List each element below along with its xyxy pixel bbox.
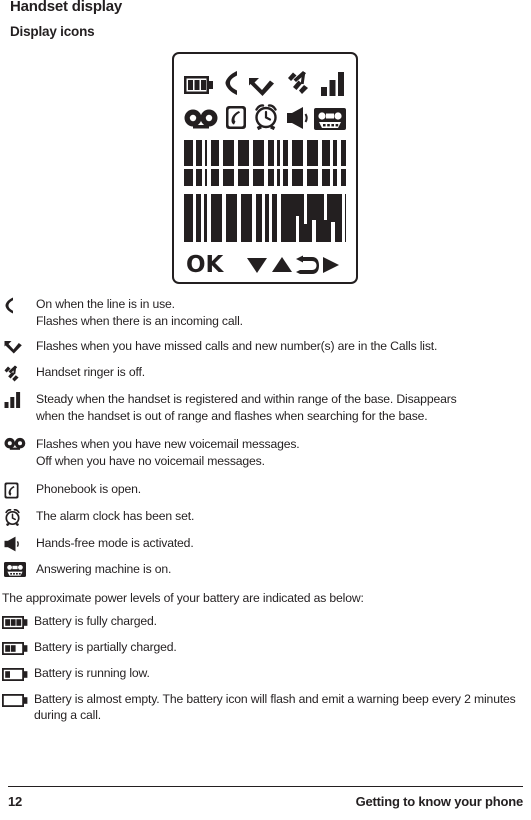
lcd-text-line-1 — [184, 140, 346, 186]
ringer-off-icon — [0, 364, 36, 382]
lcd-segment-stripes — [184, 140, 346, 186]
legend-row: Flashes when you have new voicemail mess… — [0, 436, 531, 469]
battery-level-text: Battery is fully charged. — [34, 613, 157, 628]
legend-row: The alarm clock has been set. — [0, 508, 531, 526]
battery-partial-icon — [0, 639, 34, 656]
display-icon-legend: On when the line is in use. Flashes when… — [0, 296, 531, 724]
legend-text-line1: Phonebook is open. — [36, 482, 142, 496]
legend-text-line1: Flashes when you have missed calls and n… — [36, 339, 438, 353]
footer-section-label: Getting to know your phone — [355, 793, 524, 809]
alarm-clock-icon — [253, 104, 279, 130]
speaker-icon — [286, 106, 308, 130]
battery-full-icon — [0, 613, 34, 630]
softkey-ok-label: OK — [186, 251, 224, 278]
battery-level-text: Battery is partially charged. — [34, 639, 177, 654]
footer-divider — [8, 786, 523, 787]
lcd-softkey-row: OK — [174, 248, 356, 282]
legend-text-line2: Off when you have no voicemail messages. — [36, 453, 265, 468]
legend-text-line2: when the handset is out of range and fla… — [36, 408, 428, 423]
lcd-status-row-bottom — [174, 98, 356, 130]
battery-row: Battery is fully charged. — [0, 613, 531, 630]
battery-level-text: Battery is running low. — [34, 665, 150, 680]
ringer-off-icon — [287, 70, 311, 96]
battery-row: Battery is running low. — [0, 665, 531, 682]
softkey-arrow-group — [245, 255, 342, 276]
back-arrow-icon — [295, 255, 320, 276]
line-in-use-icon — [223, 70, 239, 96]
handset-display-illustration: OK — [172, 52, 358, 284]
voicemail-icon — [0, 436, 36, 451]
missed-call-icon — [248, 74, 278, 96]
legend-text-line1: The alarm clock has been set. — [36, 509, 195, 523]
legend-text-line1: Answering machine is on. — [36, 562, 172, 576]
legend-text-line1: On when the line is in use. — [36, 297, 175, 311]
line-in-use-icon — [0, 296, 36, 314]
legend-text-line1: Hands-free mode is activated. — [36, 536, 194, 550]
legend-text-line1: Flashes when you have new voicemail mess… — [36, 437, 300, 451]
battery-level-text-line1: Battery is almost empty. The battery ico… — [34, 691, 471, 706]
battery-row: Battery is partially charged. — [0, 639, 531, 656]
phonebook-icon — [0, 481, 36, 499]
legend-row: Flashes when you have missed calls and n… — [0, 338, 531, 355]
lcd-segment-stripes — [184, 194, 346, 242]
battery-icon — [184, 74, 214, 96]
page-title: Handset display — [10, 0, 123, 15]
missed-call-icon — [0, 338, 36, 354]
page-number: 12 — [8, 793, 23, 809]
right-triangle-icon — [320, 255, 342, 275]
battery-low-icon — [0, 665, 34, 682]
lcd-status-row-top — [174, 62, 356, 96]
phonebook-icon — [225, 105, 247, 130]
speaker-icon — [0, 535, 36, 552]
signal-bars-icon — [0, 391, 36, 408]
battery-intro-text: The approximate power levels of your bat… — [2, 591, 364, 605]
section-title: Display icons — [10, 24, 95, 39]
legend-row: Steady when the handset is registered an… — [0, 391, 531, 424]
lcd-text-line-2 — [184, 194, 346, 242]
signal-bars-icon — [320, 72, 346, 96]
page-footer: 12 Getting to know your phone — [8, 790, 523, 812]
battery-empty-icon — [0, 691, 34, 708]
answering-machine-icon — [0, 561, 36, 577]
down-triangle-icon — [245, 255, 269, 275]
up-triangle-icon — [270, 255, 294, 275]
alarm-clock-icon — [0, 508, 36, 526]
answering-machine-icon — [314, 108, 346, 130]
battery-row: Battery is almost empty. The battery ico… — [0, 691, 531, 724]
legend-row: Answering machine is on. — [0, 561, 531, 578]
lcd-screen: OK — [172, 52, 358, 284]
legend-row: On when the line is in use. Flashes when… — [0, 296, 531, 329]
legend-row: Phonebook is open. — [0, 481, 531, 499]
manual-page: Handset display Display icons OK On when… — [0, 0, 531, 820]
legend-row: Handset ringer is off. — [0, 364, 531, 382]
legend-row: Hands-free mode is activated. — [0, 535, 531, 552]
voicemail-icon — [184, 108, 218, 130]
legend-text-line2: Flashes when there is an incoming call. — [36, 313, 243, 328]
legend-text-line1: Handset ringer is off. — [36, 365, 145, 379]
legend-text-line1: Steady when the handset is registered an… — [36, 392, 457, 406]
